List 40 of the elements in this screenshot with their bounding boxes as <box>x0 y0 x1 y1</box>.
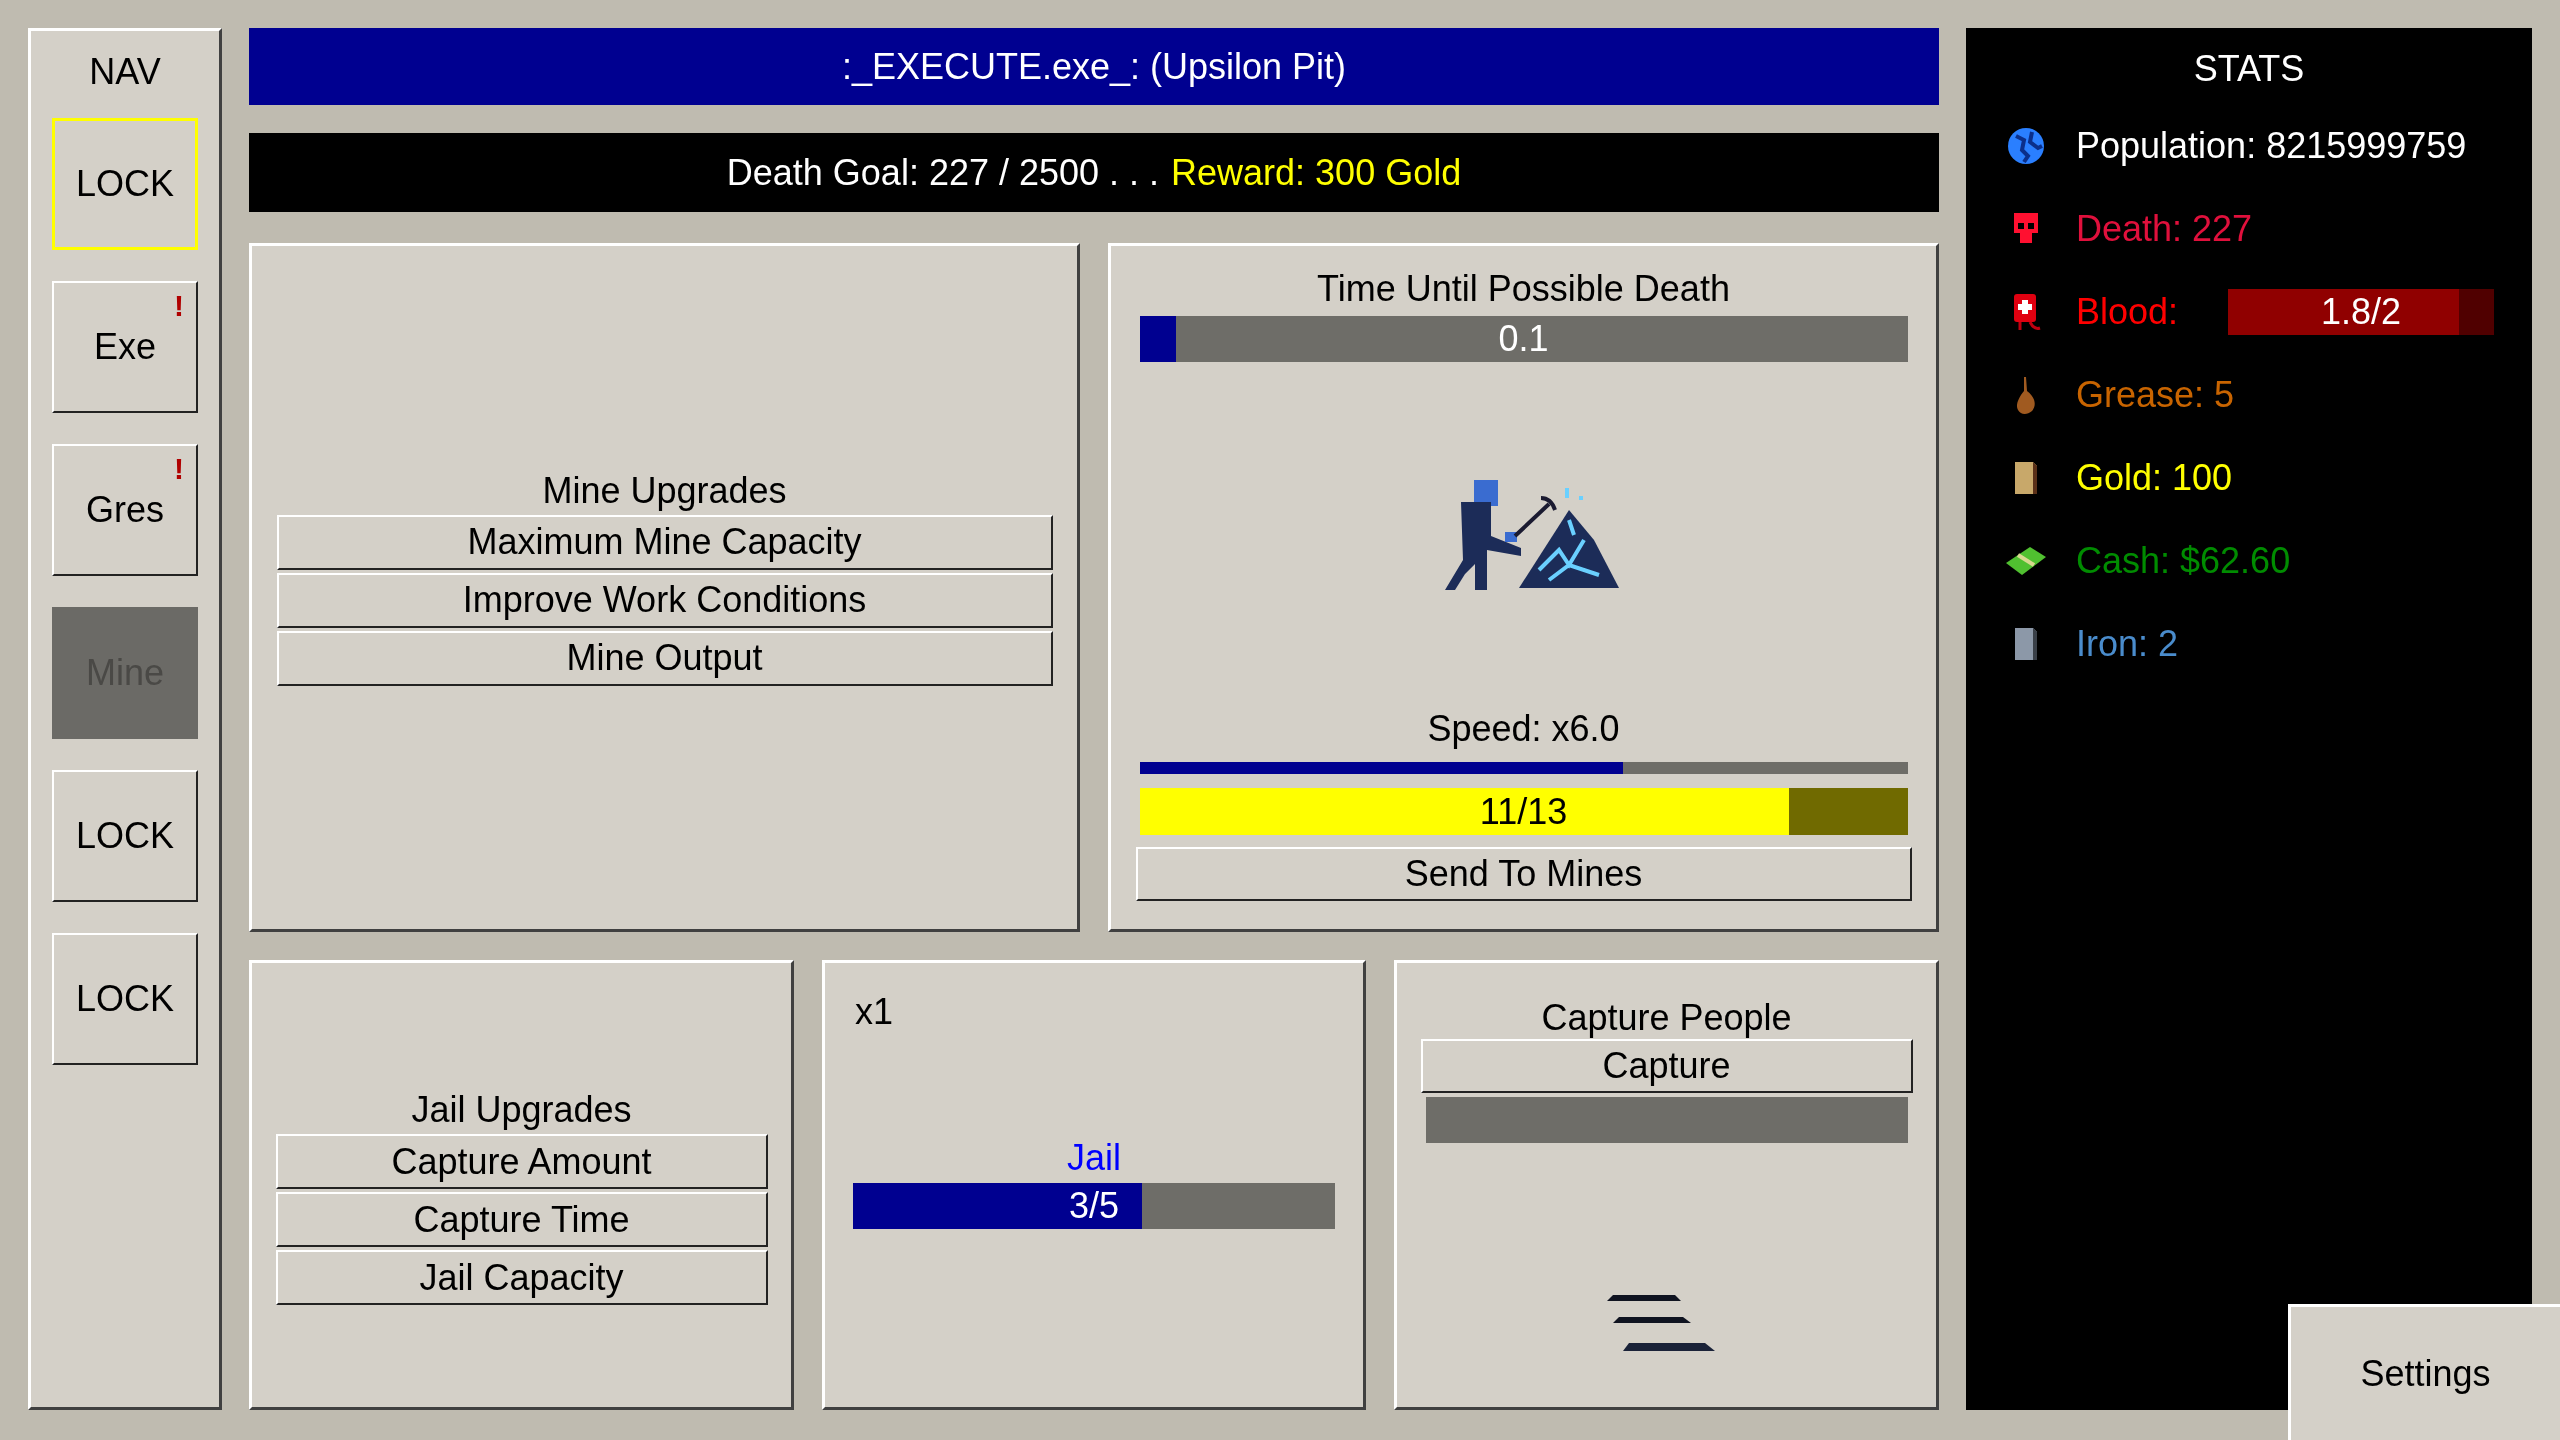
nav-title: NAV <box>89 51 161 93</box>
nav-button[interactable]: Exe ! <box>52 281 198 413</box>
bar-reading: 1.8/2 <box>2319 290 2403 333</box>
multiplier-label: x1 <box>855 991 894 1033</box>
stat-label: Grease: 5 <box>2076 373 2235 416</box>
window-title: :_EXECUTE.exe_: (Upsilon Pit) <box>249 28 1939 105</box>
bar-reading: 0.1 <box>1497 318 1550 360</box>
panel-title: Jail Upgrades <box>411 1089 632 1131</box>
stat-label: Population: 8215999759 <box>2076 124 2467 167</box>
panel-title: Mine Upgrades <box>542 469 787 512</box>
upgrade-button[interactable]: Mine Output <box>276 630 1053 686</box>
upgrade-button[interactable]: Maximum Mine Capacity <box>276 514 1053 570</box>
panel-title: Capture People <box>1541 997 1792 1039</box>
capture-button[interactable]: Capture <box>1420 1039 1913 1093</box>
nav-button[interactable]: LOCK <box>52 118 198 250</box>
upgrade-button[interactable]: Capture Time <box>275 1192 768 1247</box>
goal-reward: Reward: 300 Gold <box>1171 151 1462 194</box>
nav-button[interactable]: LOCK <box>52 770 198 902</box>
stat-label: Blood: <box>2076 290 2180 333</box>
stat-label: Gold: 100 <box>2076 456 2233 499</box>
globe-icon <box>2006 125 2046 166</box>
upgrade-button[interactable]: Jail Capacity <box>275 1250 768 1305</box>
nav-button[interactable]: Gres ! <box>52 444 198 576</box>
death-goal-text: Death Goal: 227 / 2500 . . . <box>726 151 1160 194</box>
stat-label: Death: 227 <box>2076 207 2253 250</box>
speed-label: Speed: x6.0 <box>1427 708 1620 750</box>
send-to-mines-button[interactable]: Send To Mines <box>1135 847 1912 901</box>
upgrade-button[interactable]: Improve Work Conditions <box>276 572 1053 628</box>
bar-reading: 3/5 <box>1067 1185 1120 1227</box>
settings-button[interactable]: Settings <box>2288 1304 2560 1440</box>
panel-title: Time Until Possible Death <box>1317 268 1730 310</box>
stats-title: STATS <box>2193 48 2305 90</box>
stat-label: Cash: $62.60 <box>2076 539 2291 582</box>
alert-mark: ! <box>174 452 184 486</box>
stat-label: Iron: 2 <box>2076 622 2179 665</box>
upgrade-button[interactable]: Capture Amount <box>275 1134 768 1189</box>
alert-mark: ! <box>174 289 184 323</box>
nav-button[interactable]: LOCK <box>52 933 198 1065</box>
bar-reading: 11/13 <box>1478 790 1569 833</box>
jail-label: Jail <box>1067 1137 1121 1179</box>
